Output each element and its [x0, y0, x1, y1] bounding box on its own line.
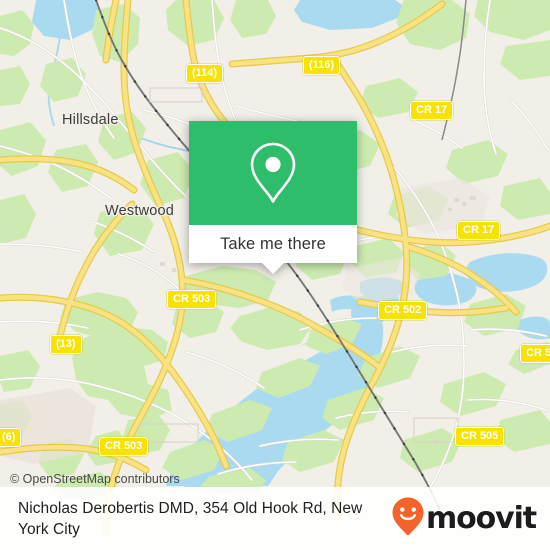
moovit-smile-pin-icon [391, 496, 425, 541]
map-canvas[interactable]: Hillsdale Westwood (114) (116) CR 17 CR … [0, 0, 550, 550]
road-shield-6[interactable]: (6) [0, 428, 22, 447]
map-attribution[interactable]: © OpenStreetMap contributors [10, 472, 180, 486]
road-shield-cr503-south[interactable]: CR 503 [99, 437, 149, 456]
road-shield-114[interactable]: (114) [186, 64, 224, 83]
callout-pin-panel [189, 121, 357, 225]
road-shield-cr505[interactable]: CR 505 [455, 427, 505, 446]
callout-action-bar[interactable]: Take me there [189, 225, 357, 274]
moovit-logo[interactable]: moovit [391, 496, 537, 541]
destination-callout[interactable]: Take me there [189, 121, 357, 274]
location-title: Nicholas Derobertis DMD, 354 Old Hook Rd… [18, 499, 363, 538]
moovit-wordmark: moovit [425, 500, 537, 536]
callout-pointer-arrow [262, 263, 284, 274]
road-shield-13[interactable]: (13) [50, 335, 82, 354]
map-share-screen: Hillsdale Westwood (114) (116) CR 17 CR … [0, 0, 550, 550]
take-me-there-label: Take me there [220, 234, 326, 253]
road-shield-116[interactable]: (116) [303, 56, 341, 75]
road-shield-cr50[interactable]: CR 50 [520, 344, 550, 363]
road-shield-cr503-north[interactable]: CR 503 [167, 290, 217, 309]
road-shield-cr17-north[interactable]: CR 17 [410, 101, 454, 120]
location-pin-icon [245, 139, 301, 207]
bottom-bar: Nicholas Derobertis DMD, 354 Old Hook Rd… [0, 487, 550, 550]
road-shield-cr17-south[interactable]: CR 17 [457, 221, 501, 240]
road-shield-cr502[interactable]: CR 502 [378, 301, 428, 320]
map-tiles [0, 0, 550, 550]
